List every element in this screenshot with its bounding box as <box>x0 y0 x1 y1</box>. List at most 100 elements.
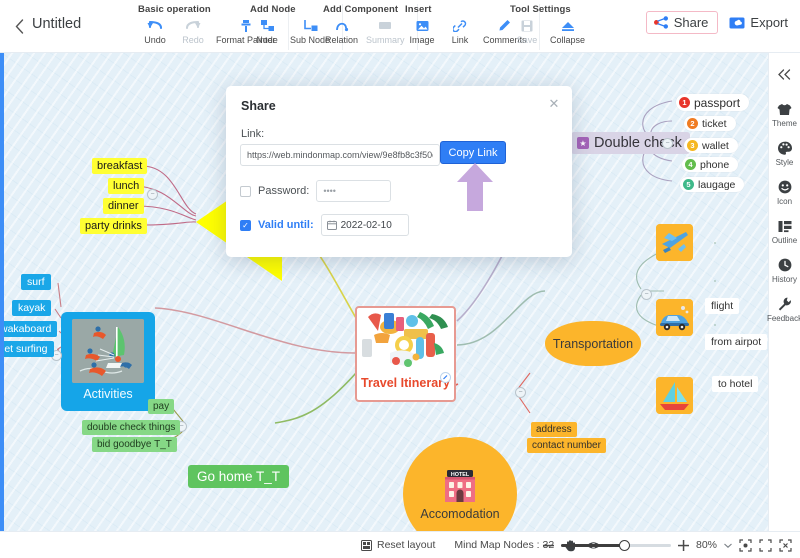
node-transportation[interactable]: Transportation <box>545 321 641 366</box>
node-count-label: Mind Map Nodes : 32 <box>454 539 555 551</box>
node-wakaboard[interactable]: wakaboard <box>0 321 58 337</box>
fullscreen-icon <box>779 538 792 552</box>
mindmap-app-window: Untitled Basic operation Undo Redo Forma… <box>0 0 800 558</box>
node-phone[interactable]: 4 phone <box>682 157 739 172</box>
node-jet-surfing[interactable]: jet surfing <box>0 341 54 357</box>
travel-collage-image <box>359 309 452 375</box>
collapse-toggle-food[interactable]: − <box>147 189 158 200</box>
collapse-toggle-double-check[interactable]: − <box>662 138 673 149</box>
fullscreen-button[interactable] <box>779 538 792 552</box>
back-button[interactable] <box>8 15 30 37</box>
export-button[interactable]: Export <box>725 12 792 33</box>
collapse-button[interactable]: Collapse <box>547 18 588 45</box>
sidebar-item-history[interactable]: History <box>769 257 800 284</box>
top-toolbar: Untitled Basic operation Undo Redo Forma… <box>0 0 800 53</box>
document-title[interactable]: Untitled <box>32 16 81 32</box>
zoom-in-button[interactable] <box>677 539 689 551</box>
relation-button[interactable]: Relation <box>322 18 361 45</box>
accomodation-label: Accomodation <box>420 506 500 521</box>
hotel-building-icon: HOTEL <box>445 469 475 502</box>
node-wallet[interactable]: 3 wallet <box>684 138 738 153</box>
sidebar-label: Style <box>775 158 794 167</box>
valid-until-date-picker[interactable]: 2022-02-10 <box>320 214 409 236</box>
icon-node-flight[interactable] <box>656 224 693 261</box>
export-cloud-icon <box>729 17 745 28</box>
reset-layout-icon[interactable] <box>361 539 372 551</box>
share-link-input[interactable] <box>240 144 440 166</box>
node-double-check-things[interactable]: double check things <box>82 420 181 435</box>
node-bid-goodbye[interactable]: bid goodbye T_T <box>92 437 177 452</box>
node-contact-number[interactable]: contact number <box>527 438 606 453</box>
tshirt-icon <box>777 101 792 117</box>
icon-node-from-airport[interactable] <box>656 299 693 336</box>
node-lunch[interactable]: lunch <box>108 178 145 194</box>
password-input[interactable]: •••• <box>316 180 392 202</box>
zoom-dropdown-button[interactable] <box>724 543 732 548</box>
zoom-slider-handle[interactable] <box>618 540 630 551</box>
dialog-title: Share <box>241 99 276 113</box>
sidebar-item-theme[interactable]: Theme <box>769 101 800 128</box>
valid-until-checkbox[interactable]: ✓ <box>240 219 251 231</box>
node-surf[interactable]: surf <box>21 274 51 290</box>
sidebar-item-style[interactable]: Style <box>769 140 800 167</box>
summary-icon <box>378 18 392 33</box>
fit-screen-button[interactable] <box>759 538 772 552</box>
node-breakfast[interactable]: breakfast <box>92 158 148 174</box>
share-button[interactable]: Share <box>645 11 719 34</box>
sidebar-item-icon[interactable]: Icon <box>769 179 800 206</box>
undo-label: Undo <box>144 35 166 45</box>
password-checkbox[interactable] <box>240 185 251 197</box>
link-label: Link <box>451 35 469 45</box>
collapse-icon <box>561 18 575 33</box>
plus-icon <box>677 539 689 551</box>
node-laugage[interactable]: 5 laugage <box>680 177 745 192</box>
collapse-toggle-accomodation[interactable]: − <box>515 387 526 398</box>
add-node-button[interactable]: Node <box>249 18 285 45</box>
svg-text:HOTEL: HOTEL <box>451 471 470 477</box>
sidebar-item-feedback[interactable]: Feedback <box>766 296 800 323</box>
node-to-hotel[interactable]: to hotel <box>712 376 759 392</box>
node-address[interactable]: address <box>531 422 577 437</box>
node-ticket[interactable]: 2 ticket <box>684 116 736 131</box>
badge-number: 4 <box>685 159 696 170</box>
node-flight[interactable]: flight <box>705 298 740 314</box>
node-passport[interactable]: 1 passport <box>676 94 750 111</box>
zoom-level-label[interactable]: 80% <box>696 539 717 551</box>
insert-link-button[interactable]: Link <box>442 18 478 45</box>
node-icon <box>260 18 275 33</box>
undo-button[interactable]: Undo <box>137 18 173 45</box>
share-nodes-icon <box>653 16 668 29</box>
collapse-toggle-transportation[interactable]: − <box>641 289 652 300</box>
node-from-airport[interactable]: from airpot <box>705 334 768 350</box>
sidebar-label: Feedback <box>766 314 800 323</box>
laugage-label: laugage <box>698 178 736 191</box>
sidebar-item-outline[interactable]: Outline <box>769 218 800 245</box>
share-label: Share <box>673 15 709 30</box>
node-travel-itinerary-center[interactable]: Travel Itinerary <box>355 306 456 402</box>
image-label: Image <box>409 35 435 45</box>
zoom-out-button[interactable] <box>542 544 554 547</box>
close-icon[interactable]: ✕ <box>547 96 561 111</box>
reset-layout-label[interactable]: Reset layout <box>377 539 435 551</box>
insert-image-button[interactable]: Image <box>404 18 440 45</box>
save-button[interactable]: Save <box>509 18 545 45</box>
valid-until-label: Valid until: <box>258 219 314 231</box>
link-badge-icon[interactable] <box>440 372 451 383</box>
node-activities[interactable]: Activities <box>61 312 155 411</box>
icon-node-to-hotel[interactable] <box>656 377 693 414</box>
node-kayak[interactable]: kayak <box>12 300 52 316</box>
link-icon <box>453 18 467 33</box>
node-party-drinks[interactable]: party drinks <box>80 218 147 234</box>
sidebar-collapse-button[interactable] <box>769 59 800 89</box>
redo-button[interactable]: Redo <box>175 18 211 45</box>
node-pay[interactable]: pay <box>148 399 175 414</box>
badge-number: 3 <box>687 140 698 151</box>
node-dinner[interactable]: dinner <box>103 198 144 214</box>
zoom-slider[interactable] <box>560 540 671 551</box>
node-go-home[interactable]: Go home T_T <box>188 465 290 488</box>
center-focus-button[interactable] <box>739 538 752 552</box>
status-bar: Reset layout Mind Map Nodes : 32 80% <box>0 531 800 558</box>
copy-link-button[interactable]: Copy Link <box>440 141 506 164</box>
zoom-slider-fill <box>560 543 623 547</box>
calendar-icon <box>326 220 337 230</box>
